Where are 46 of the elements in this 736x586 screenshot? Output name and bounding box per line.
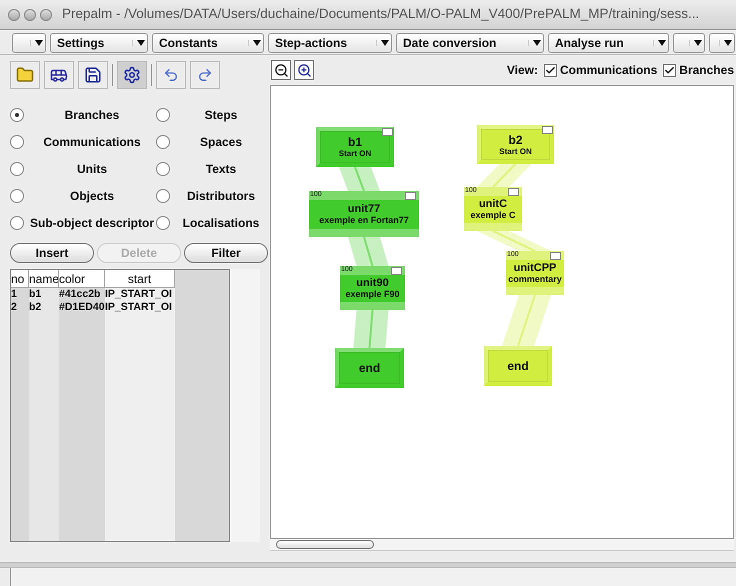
radio-label: Branches [64, 106, 120, 124]
table-cell-text: #41cc2b [59, 288, 102, 301]
node-subtitle: exemple F90 [345, 289, 400, 300]
radio-label: Spaces [198, 134, 244, 150]
node-subtitle: exemple en Fortan77 [319, 215, 409, 226]
column-header[interactable]: start [105, 270, 175, 288]
radio-label: Sub-object descriptor [28, 214, 155, 232]
node-title: unitC [478, 198, 508, 210]
view-label: View: [506, 62, 538, 79]
node-title: unit90 [356, 277, 389, 289]
table-cell-text: 2 [11, 301, 18, 314]
table-cell-text: IP_START_OI [105, 288, 173, 301]
action-button[interactable]: Insert [10, 243, 94, 263]
checkbox-label: Branches [679, 62, 734, 79]
radio-label: Distributors [186, 188, 256, 204]
table-cell-text: b1 [29, 288, 42, 301]
table-cell-text: 1 [11, 288, 18, 301]
radio-label: Objects [68, 188, 115, 204]
checkbox-label: Communications [560, 62, 658, 79]
node-title: unitCPP [514, 262, 556, 274]
radio-label: Localisations [182, 214, 260, 232]
menu-dropdown[interactable]: Settings [50, 32, 148, 52]
table-cell: #D1ED40 [59, 301, 105, 314]
radio-label: Units [76, 160, 108, 178]
radio-label: Steps [204, 106, 238, 124]
node-subtitle: Start ON [499, 146, 532, 156]
node-subtitle: Start ON [338, 149, 372, 159]
column-header[interactable]: color [59, 270, 105, 288]
node-title: end [507, 359, 529, 373]
action-button[interactable]: Filter [184, 243, 268, 263]
radio-label: Communications [42, 134, 142, 150]
table-cell-text: b2 [29, 301, 42, 314]
menu-dropdown[interactable]: Step-actions [268, 32, 392, 52]
radio-label: Texts [204, 160, 238, 178]
menu-dropdown[interactable]: Constants [152, 32, 264, 52]
node-title: b1 [348, 135, 362, 149]
menu-dropdown[interactable]: Analyse run [548, 32, 669, 52]
node-title: end [358, 361, 380, 375]
window-title: Prepalm - /Volumes/DATA/Users/duchaine/Documents/PALM/O-PALM_V400/PrePALM_MP/training/sess... [62, 5, 700, 24]
node-subtitle: exemple C [470, 210, 516, 221]
menu-dropdown[interactable]: Date conversion [396, 32, 544, 52]
table-cell-text: IP_START_OI [105, 301, 173, 314]
column-header[interactable]: no [11, 270, 29, 288]
node-title: b2 [508, 132, 522, 146]
node-title: unit77 [348, 203, 380, 215]
node-subtitle: commentary [508, 274, 562, 285]
